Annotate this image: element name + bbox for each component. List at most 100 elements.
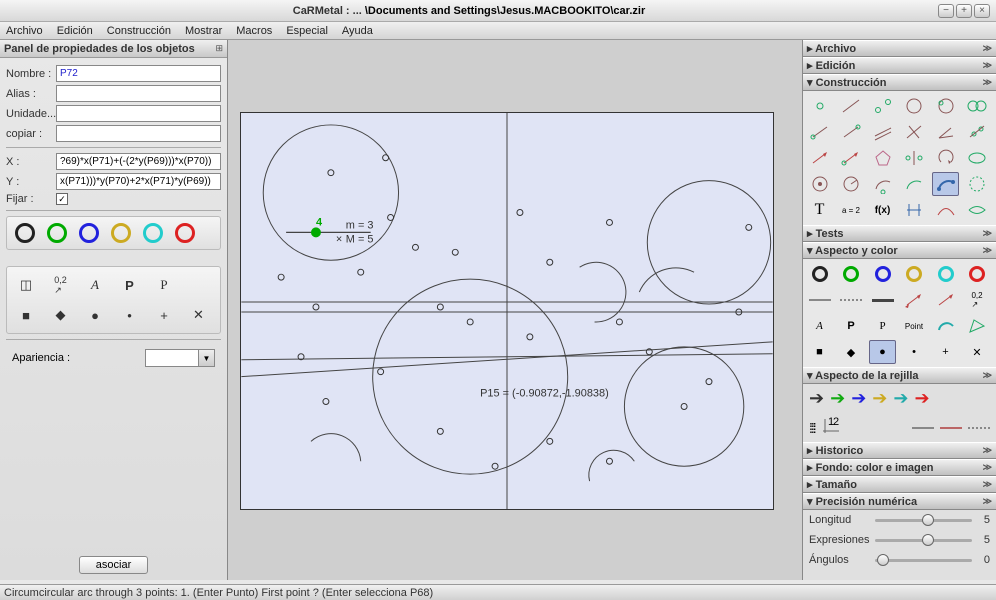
eraser-tool[interactable]: ◫ bbox=[13, 273, 39, 297]
menu-archivo[interactable]: Archivo bbox=[6, 25, 43, 37]
geometry-canvas[interactable]: 4 m = 3 M = 5 P15 = (-0.90872,-1.90838) … bbox=[240, 112, 774, 510]
label-p-tool[interactable]: P bbox=[117, 273, 143, 297]
aspect-label-pp[interactable]: P bbox=[869, 314, 896, 338]
aspect-label-point[interactable]: Point bbox=[901, 314, 928, 338]
section-rejilla[interactable]: ▾ Aspecto de la rejilla≫ bbox=[803, 367, 996, 384]
section-edicion[interactable]: ▸ Edición≫ bbox=[803, 57, 996, 74]
aspect-circ[interactable]: ● bbox=[869, 340, 896, 364]
close-button[interactable]: × bbox=[974, 4, 990, 18]
section-precision[interactable]: ▾ Precisión numérica≫ bbox=[803, 493, 996, 510]
cross-tool[interactable]: ✕ bbox=[186, 303, 212, 327]
tool-perp[interactable] bbox=[901, 120, 928, 144]
aspect-plus[interactable]: + bbox=[932, 340, 959, 364]
tool-polygon[interactable] bbox=[869, 146, 896, 170]
chevron-down-icon[interactable]: ▼ bbox=[198, 350, 214, 366]
tool-circle[interactable] bbox=[901, 94, 928, 118]
menu-mostrar[interactable]: Mostrar bbox=[185, 25, 222, 37]
aspect-line-dot[interactable] bbox=[838, 288, 865, 312]
color-green[interactable] bbox=[47, 223, 67, 243]
slider-ang[interactable] bbox=[875, 552, 972, 568]
circle-tool[interactable]: ● bbox=[82, 303, 108, 327]
aspect-color-green[interactable] bbox=[838, 262, 865, 286]
appearance-combo[interactable]: ▼ bbox=[145, 349, 215, 367]
section-aspecto[interactable]: ▾ Aspecto y color≫ bbox=[803, 242, 996, 259]
tool-intersect[interactable] bbox=[964, 94, 991, 118]
aspect-line-solid[interactable] bbox=[806, 288, 833, 312]
tool-segment[interactable] bbox=[806, 120, 833, 144]
grid-line3[interactable] bbox=[968, 427, 990, 429]
aspect-color-yellow[interactable] bbox=[901, 262, 928, 286]
aspect-sq[interactable]: ■ bbox=[806, 340, 833, 364]
tool-vector[interactable] bbox=[806, 146, 833, 170]
menu-ayuda[interactable]: Ayuda bbox=[342, 25, 373, 37]
aspect-line-thick[interactable] bbox=[869, 288, 896, 312]
copy-input[interactable] bbox=[56, 125, 221, 142]
tool-parallel[interactable] bbox=[869, 120, 896, 144]
arrow-blue[interactable]: ➔ bbox=[851, 388, 866, 409]
dot-tool[interactable]: • bbox=[117, 303, 143, 327]
tool-compass[interactable] bbox=[838, 172, 865, 196]
section-fondo[interactable]: ▸ Fondo: color e imagen≫ bbox=[803, 459, 996, 476]
aspect-color-blue[interactable] bbox=[869, 262, 896, 286]
section-historico[interactable]: ▸ Historico≫ bbox=[803, 442, 996, 459]
tool-measure[interactable] bbox=[901, 198, 928, 222]
tool-midpoint[interactable] bbox=[869, 94, 896, 118]
color-black[interactable] bbox=[15, 223, 35, 243]
slider-expr[interactable] bbox=[875, 532, 972, 548]
color-red[interactable] bbox=[175, 223, 195, 243]
aspect-dot[interactable]: • bbox=[901, 340, 928, 364]
grid-line2[interactable] bbox=[940, 427, 962, 429]
tool-conic[interactable] bbox=[964, 146, 991, 170]
tool-arc3-selected[interactable] bbox=[932, 172, 959, 196]
aspect-diam[interactable]: ◆ bbox=[838, 340, 865, 364]
tool-bisector[interactable] bbox=[964, 120, 991, 144]
aspect-color-cyan[interactable] bbox=[932, 262, 959, 286]
menu-macros[interactable]: Macros bbox=[236, 25, 272, 37]
arrow-yellow[interactable]: ➔ bbox=[872, 388, 887, 409]
grid-axes-icon[interactable]: 12 bbox=[821, 417, 841, 438]
fix-checkbox[interactable]: ✓ bbox=[56, 193, 68, 205]
collapse-icon[interactable]: ⊞ bbox=[215, 43, 223, 54]
grid-dots-icon[interactable]: ⁞⁞⁞ bbox=[809, 420, 815, 436]
y-input[interactable] bbox=[56, 173, 221, 190]
minimize-button[interactable]: − bbox=[938, 4, 954, 18]
label-a-tool[interactable]: A bbox=[82, 273, 108, 297]
menu-edicion[interactable]: Edición bbox=[57, 25, 93, 37]
maximize-button[interactable]: + bbox=[956, 4, 972, 18]
color-cyan[interactable] bbox=[143, 223, 163, 243]
slider-longitud[interactable] bbox=[875, 512, 972, 528]
tool-reflect[interactable] bbox=[901, 146, 928, 170]
aspect-color-red[interactable] bbox=[964, 262, 991, 286]
menu-especial[interactable]: Especial bbox=[286, 25, 328, 37]
tool-equation[interactable]: a = 2 bbox=[838, 198, 865, 222]
tool-angle[interactable] bbox=[932, 120, 959, 144]
aspect-triangle[interactable] bbox=[964, 314, 991, 338]
aspect-dim[interactable]: 0,2↗ bbox=[964, 288, 991, 312]
menu-construccion[interactable]: Construcción bbox=[107, 25, 171, 37]
dim-tool[interactable]: 0,2↗ bbox=[48, 273, 74, 297]
section-tamano[interactable]: ▸ Tamaño≫ bbox=[803, 476, 996, 493]
square-tool[interactable]: ■ bbox=[13, 303, 39, 327]
arrow-green[interactable]: ➔ bbox=[830, 388, 845, 409]
aspect-label-a[interactable]: A bbox=[806, 314, 833, 338]
tool-track[interactable] bbox=[964, 198, 991, 222]
tool-text[interactable]: T bbox=[806, 198, 833, 222]
color-blue[interactable] bbox=[79, 223, 99, 243]
aspect-label-p[interactable]: P bbox=[838, 314, 865, 338]
label-pp-tool[interactable]: P bbox=[151, 273, 177, 297]
aspect-arrow-both[interactable] bbox=[901, 288, 928, 312]
color-yellow[interactable] bbox=[111, 223, 131, 243]
section-construccion[interactable]: ▾ Construcción≫ bbox=[803, 74, 996, 91]
aspect-cross[interactable]: ✕ bbox=[964, 340, 991, 364]
grid-line1[interactable] bbox=[912, 427, 934, 429]
plus-tool[interactable]: + bbox=[151, 303, 177, 327]
alias-input[interactable] bbox=[56, 85, 221, 102]
diamond-tool[interactable]: ◆ bbox=[48, 303, 74, 327]
tool-locus[interactable] bbox=[901, 172, 928, 196]
tool-arc[interactable] bbox=[869, 172, 896, 196]
tool-curve[interactable] bbox=[932, 198, 959, 222]
aspect-color-black[interactable] bbox=[806, 262, 833, 286]
name-input[interactable] bbox=[56, 65, 221, 82]
section-archivo[interactable]: ▸ Archivo≫ bbox=[803, 40, 996, 57]
tool-circle-center[interactable] bbox=[806, 172, 833, 196]
